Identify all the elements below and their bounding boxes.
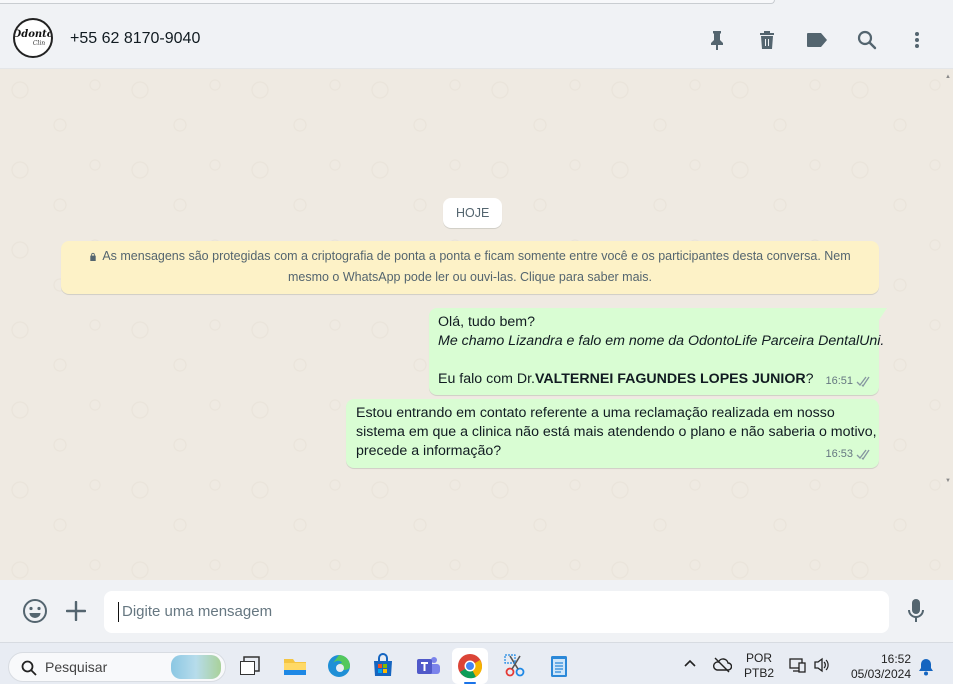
outgoing-message[interactable]: Olá, tudo bem? Me chamo Lizandra e falo …	[429, 308, 887, 395]
message-time: 16:53	[825, 448, 853, 460]
network-icon[interactable]	[789, 657, 807, 677]
message-text: Me chamo Lizandra e falo em nome da Odon…	[438, 333, 885, 349]
message-text: Eu falo com Dr.VALTERNEI FAGUNDES LOPES …	[438, 370, 870, 389]
scroll-down-arrow-icon[interactable]: ▼	[945, 478, 951, 484]
outgoing-message[interactable]: Estou entrando em contato referente a um…	[346, 399, 879, 468]
lock-icon	[90, 252, 97, 261]
taskbar-search[interactable]: Pesquisar	[8, 652, 226, 682]
microsoft-store-icon[interactable]	[370, 653, 396, 679]
message-text: precede a informação?	[356, 443, 502, 459]
search-icon[interactable]	[855, 28, 879, 52]
taskbar-clock[interactable]: 16:52 05/03/2024	[845, 652, 911, 682]
volume-icon[interactable]	[813, 657, 831, 677]
snipping-tool-icon[interactable]	[503, 653, 529, 679]
contact-name[interactable]: +55 62 8170-9040	[70, 30, 200, 48]
double-check-icon	[856, 376, 870, 387]
chat-header: Odonto Clin +55 62 8170-9040	[0, 10, 953, 69]
menu-icon[interactable]	[905, 28, 929, 52]
microphone-icon[interactable]	[903, 598, 929, 624]
task-view-icon[interactable]	[237, 653, 263, 679]
emoji-icon[interactable]	[22, 598, 48, 624]
encryption-notice[interactable]: As mensagens são protegidas com a cripto…	[61, 241, 879, 294]
message-input[interactable]: Digite uma mensagem	[104, 591, 889, 633]
browser-top-strip	[0, 0, 953, 10]
input-language-indicator[interactable]: POR PTB2	[744, 651, 774, 681]
avatar[interactable]: Odonto Clin	[13, 18, 53, 58]
language-code: POR	[746, 651, 773, 665]
message-text-bold: VALTERNEI FAGUNDES LOPES JUNIOR	[534, 371, 806, 387]
message-meta: 16:53	[825, 445, 872, 464]
message-text: Estou entrando em contato referente a um…	[356, 405, 835, 421]
message-composer: Digite uma mensagem	[0, 580, 953, 642]
encryption-notice-line1: As mensagens são protegidas com a cripto…	[102, 249, 851, 263]
message-text-prefix: Eu falo com Dr.	[438, 371, 535, 387]
pin-icon[interactable]	[705, 28, 729, 52]
clock-date: 05/03/2024	[850, 667, 911, 681]
windows-taskbar: Pesquisar POR PTB2 16:52 05/03/2024	[0, 642, 953, 684]
conversation-panel[interactable]: ▲ ▼ HOJE As mensagens são protegidas com…	[0, 70, 953, 580]
double-check-icon	[856, 449, 870, 460]
scroll-up-arrow-icon[interactable]: ▲	[945, 74, 951, 80]
search-icon	[21, 660, 37, 676]
keyboard-layout: PTB2	[744, 666, 775, 680]
message-text: sistema em que a clinica não está mais a…	[356, 424, 877, 440]
taskbar-search-label: Pesquisar	[45, 659, 108, 675]
show-hidden-icons-chevron-icon[interactable]	[683, 657, 697, 672]
message-time: 16:51	[825, 375, 853, 387]
message-meta: 16:51	[825, 372, 872, 391]
browser-tab-edge	[0, 0, 775, 4]
teams-icon[interactable]	[415, 653, 441, 679]
message-input-placeholder: Digite uma mensagem	[122, 603, 273, 620]
trash-icon[interactable]	[755, 28, 779, 52]
message-text: Olá, tudo bem?	[438, 314, 536, 330]
avatar-logo-subtext: Clin	[32, 39, 46, 47]
chrome-icon[interactable]	[452, 648, 488, 684]
bubble-tail	[879, 308, 887, 320]
edge-browser-icon[interactable]	[326, 653, 352, 679]
notepad-icon[interactable]	[546, 653, 572, 679]
date-chip: HOJE	[443, 198, 503, 228]
avatar-logo-text: Odonto	[13, 28, 53, 40]
label-icon[interactable]	[805, 28, 829, 52]
notification-bell-icon[interactable]	[918, 658, 934, 680]
attach-plus-icon[interactable]	[63, 598, 89, 624]
clock-time: 16:52	[880, 652, 911, 666]
file-explorer-icon[interactable]	[282, 653, 308, 679]
message-text-suffix: ?	[805, 371, 814, 387]
encryption-notice-line2: mesmo o WhatsApp pode ler ou ouvi-las. C…	[287, 270, 653, 284]
onedrive-cloud-icon[interactable]	[712, 657, 733, 677]
text-caret	[118, 602, 119, 622]
search-highlight-image	[171, 655, 221, 679]
